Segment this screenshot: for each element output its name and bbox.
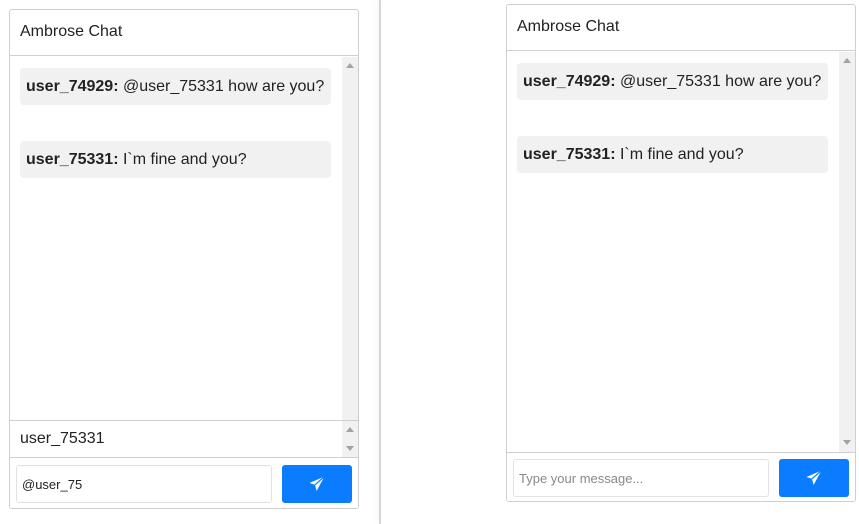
message-text: I`m fine and you? [118, 151, 247, 168]
message-item: user_74929: @user_75331 how are you? [517, 63, 828, 100]
paper-plane-icon [309, 476, 325, 491]
message-item: user_74929: @user_75331 how are you? [20, 68, 331, 105]
message-text: @user_75331 how are you? [615, 73, 822, 90]
message-item: user_75331: I`m fine and you? [20, 141, 331, 178]
message-scrollbar[interactable] [342, 57, 358, 420]
mention-suggestion-item[interactable]: user_75331 [20, 430, 105, 447]
scroll-up-arrow-icon[interactable] [346, 63, 354, 68]
message-text: I`m fine and you? [615, 146, 744, 163]
scroll-up-arrow-icon[interactable] [346, 427, 354, 432]
paper-plane-icon [806, 470, 822, 485]
input-row [10, 458, 358, 508]
message-username: user_75331: [26, 151, 119, 168]
message-input[interactable] [513, 459, 769, 497]
message-scrollbar[interactable] [839, 52, 855, 452]
message-item: user_75331: I`m fine and you? [517, 136, 828, 173]
mention-suggestion-list[interactable]: user_75331 [10, 420, 358, 458]
left-pane: Ambrose Chat user_74929: @user_75331 how… [0, 0, 379, 524]
scroll-down-arrow-icon[interactable] [346, 446, 354, 451]
right-pane: Ambrose Chat user_74929: @user_75331 how… [381, 0, 859, 524]
chat-window-left: Ambrose Chat user_74929: @user_75331 how… [9, 9, 359, 509]
chat-window-right: Ambrose Chat user_74929: @user_75331 how… [506, 4, 856, 502]
chat-title: Ambrose Chat [10, 10, 358, 56]
message-username: user_75331: [523, 146, 616, 163]
send-button[interactable] [282, 465, 352, 503]
suggestion-scrollbar[interactable] [342, 421, 358, 457]
message-list: user_74929: @user_75331 how are you? use… [10, 57, 342, 420]
send-button[interactable] [779, 459, 849, 497]
message-list: user_74929: @user_75331 how are you? use… [507, 52, 839, 452]
message-username: user_74929: [26, 78, 119, 95]
input-row [507, 452, 855, 501]
message-username: user_74929: [523, 73, 616, 90]
scroll-down-arrow-icon[interactable] [843, 440, 851, 445]
message-input[interactable] [16, 465, 272, 503]
scroll-up-arrow-icon[interactable] [843, 58, 851, 63]
chat-title: Ambrose Chat [507, 5, 855, 51]
message-text: @user_75331 how are you? [118, 78, 325, 95]
